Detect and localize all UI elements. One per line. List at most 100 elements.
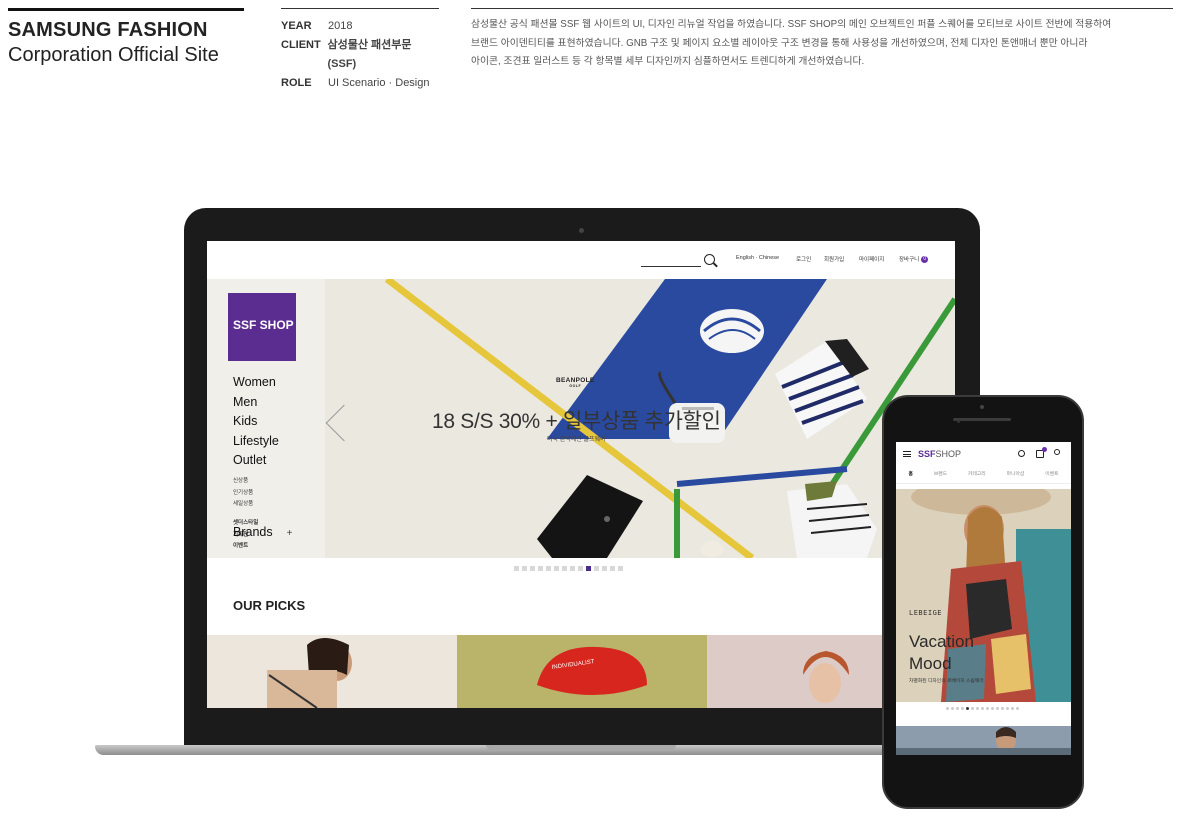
tab-home[interactable]: 홈 xyxy=(908,470,912,483)
hero-subline: 더욱 완벽해진 골프웨어 xyxy=(547,437,606,443)
project-meta: YEAR 2018 CLIENT 삼성물산 패션부문(SSF) ROLE UI … xyxy=(281,8,439,93)
language-link[interactable]: English · Chinese xyxy=(736,255,779,261)
join-link[interactable]: 회원가입 xyxy=(824,255,844,263)
meta-client: CLIENT 삼성물산 패션부문(SSF) xyxy=(281,36,439,74)
tab-brand[interactable]: 브랜드 xyxy=(934,470,947,483)
nav-item-lifestyle[interactable]: Lifestyle xyxy=(233,432,279,452)
meta-key: ROLE xyxy=(281,77,312,89)
pick-card-2[interactable]: INDIVIDUALIST xyxy=(457,635,707,708)
ssf-shop-logo[interactable]: SSF SHOP xyxy=(228,293,296,361)
mobile-next-image xyxy=(896,726,1071,755)
visor-cap-icon xyxy=(700,309,764,353)
slider-dot[interactable] xyxy=(996,707,999,710)
nav-item-outlet[interactable]: Outlet xyxy=(233,451,279,471)
slider-dot[interactable] xyxy=(594,566,599,571)
mobile-logo-shop: SHOP xyxy=(935,449,962,459)
desktop-screen: English · Chinese 로그인 회원가입 마이페이지 장바구니0 xyxy=(207,241,955,708)
slider-dot[interactable] xyxy=(1001,707,1004,710)
mobile-hero-banner[interactable]: LEBEIGE Vacation Mood 차별화된 디자인의 르베이지 스윔웨… xyxy=(896,489,1071,702)
login-link[interactable]: 로그인 xyxy=(796,255,811,263)
slider-dot[interactable] xyxy=(946,707,949,710)
tab-event[interactable]: 이벤트 xyxy=(1045,470,1058,483)
meta-year: YEAR 2018 xyxy=(281,17,439,36)
project-title: SAMSUNG FASHION Corporation Official Sit… xyxy=(8,8,244,67)
mobile-hero-brand: LEBEIGE xyxy=(909,609,943,617)
slider-dot-active[interactable] xyxy=(586,566,591,571)
meta-value: 삼성물산 패션부문(SSF) xyxy=(327,39,412,70)
brands-expand-icon[interactable]: + xyxy=(287,528,293,539)
cart-link[interactable]: 장바구니 0 xyxy=(899,255,929,264)
slider-dot[interactable] xyxy=(610,566,615,571)
nav-item-men[interactable]: Men xyxy=(233,393,279,413)
project-title-line1: SAMSUNG FASHION xyxy=(8,19,208,41)
hero-banner[interactable]: SSF SHOP Women Men Kids Lifestyle Outlet… xyxy=(207,279,955,558)
tab-category[interactable]: 카테고리 xyxy=(968,470,986,483)
desktop-search-input[interactable] xyxy=(641,266,701,267)
mobile-next-banner[interactable] xyxy=(896,726,1071,755)
slider-dot[interactable] xyxy=(956,707,959,710)
mobile-logo[interactable]: SSFSHOP xyxy=(918,449,961,459)
slider-dot[interactable] xyxy=(562,566,567,571)
pick-image-2: INDIVIDUALIST xyxy=(457,635,707,708)
pick-image-1 xyxy=(207,635,457,708)
tab-maniashop[interactable]: 마니아샵 xyxy=(1007,470,1025,483)
mobile-hero-sub: 차별화된 디자인의 르베이지 스윔웨어 xyxy=(909,679,984,684)
slider-dot[interactable] xyxy=(530,566,535,571)
slider-dot[interactable] xyxy=(986,707,989,710)
search-icon[interactable] xyxy=(704,254,715,265)
mobile-header: SSFSHOP xyxy=(896,442,1071,468)
menu-icon[interactable] xyxy=(903,451,911,457)
mobile-screen: SSFSHOP 홈 브랜드 카테고리 마니아샵 이벤트 LEBEIGE Vaca… xyxy=(896,442,1071,755)
slider-dot[interactable] xyxy=(981,707,984,710)
slider-dot[interactable] xyxy=(961,707,964,710)
mobile-logo-ssf: SSF xyxy=(918,449,936,459)
slider-dot[interactable] xyxy=(514,566,519,571)
slider-dot[interactable] xyxy=(538,566,543,571)
slider-dot[interactable] xyxy=(554,566,559,571)
pick-card-1[interactable] xyxy=(207,635,457,708)
user-icon[interactable] xyxy=(1054,449,1060,455)
slider-dot[interactable] xyxy=(991,707,994,710)
project-description: 삼성물산 공식 패션몰 SSF 웹 사이트의 UI, 디자인 리뉴얼 작업을 하… xyxy=(471,8,1173,72)
mobile-tabs: 홈 브랜드 카테고리 마니아샵 이벤트 xyxy=(896,470,1071,484)
mobile-hero-title: Vacation Mood xyxy=(909,632,974,673)
main-nav: Women Men Kids Lifestyle Outlet xyxy=(233,373,279,471)
nav-item-women[interactable]: Women xyxy=(233,373,279,393)
hero-brand-sub: GOLF xyxy=(569,384,582,388)
search-icon[interactable] xyxy=(1018,450,1025,457)
meta-key: YEAR xyxy=(281,20,312,32)
phone-camera xyxy=(980,405,984,409)
slider-dot-active[interactable] xyxy=(966,707,969,710)
nav-item-event[interactable]: 이벤트 xyxy=(233,541,258,553)
meta-value: UI Scenario · Design xyxy=(328,77,430,89)
slider-dot[interactable] xyxy=(1011,707,1014,710)
nav-item-kids[interactable]: Kids xyxy=(233,412,279,432)
meta-value: 2018 xyxy=(328,20,353,32)
hero-headline: 18 S/S 30% + 일부상품 추가할인 xyxy=(432,410,721,433)
hero-brand-name: BEANPOLE xyxy=(556,377,595,384)
slider-dot[interactable] xyxy=(618,566,623,571)
meta-role: ROLE UI Scenario · Design xyxy=(281,74,439,93)
section-title: OUR PICKS xyxy=(233,598,306,613)
phone-sensor xyxy=(957,420,960,423)
nav-item-brands[interactable]: Brands xyxy=(233,525,273,539)
nav-item-popular[interactable]: 인기상품 xyxy=(233,488,253,500)
slider-dot[interactable] xyxy=(602,566,607,571)
slider-dot[interactable] xyxy=(522,566,527,571)
nav-item-sale[interactable]: 세일상품 xyxy=(233,499,253,511)
mobile-slider-dots[interactable] xyxy=(946,707,1019,710)
nav-item-new[interactable]: 신상품 xyxy=(233,476,253,488)
meta-key: CLIENT xyxy=(281,39,321,51)
slider-dot[interactable] xyxy=(578,566,583,571)
sub-nav-1: 신상품 인기상품 세일상품 xyxy=(233,476,253,511)
slider-dot[interactable] xyxy=(971,707,974,710)
laptop-notch xyxy=(486,745,676,750)
slider-dot[interactable] xyxy=(976,707,979,710)
slider-dot[interactable] xyxy=(1016,707,1019,710)
hero-slider-dots[interactable] xyxy=(514,566,623,571)
slider-dot[interactable] xyxy=(546,566,551,571)
slider-dot[interactable] xyxy=(1006,707,1009,710)
mypage-link[interactable]: 마이페이지 xyxy=(859,255,884,263)
slider-dot[interactable] xyxy=(951,707,954,710)
slider-dot[interactable] xyxy=(570,566,575,571)
